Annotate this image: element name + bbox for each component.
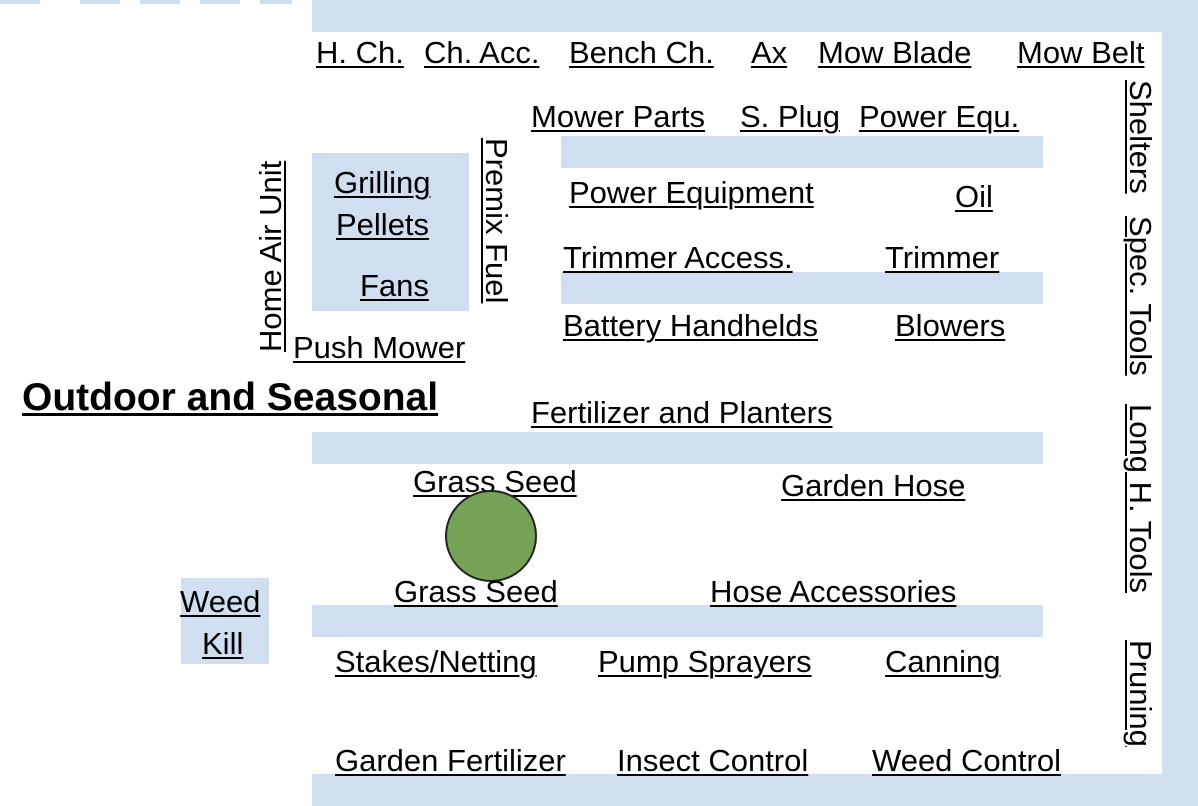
label-garden-fertilizer[interactable]: Garden Fertilizer [335,745,566,776]
label-hose-accessories[interactable]: Hose Accessories [710,576,956,607]
top-dash [200,0,240,4]
label-shelters[interactable]: Shelters [1123,80,1158,194]
bottom-wall-shelf [312,774,1198,806]
label-home-air-unit[interactable]: Home Air Unit [253,161,288,352]
label-trimmer-access[interactable]: Trimmer Access. [563,242,793,273]
top-dash [260,0,292,4]
trimmer-shelf [561,272,1043,304]
label-stakes-netting[interactable]: Stakes/Netting [335,646,537,677]
label-blowers[interactable]: Blowers [895,310,1005,341]
label-pellets[interactable]: Pellets [336,209,429,240]
label-grilling[interactable]: Grilling [334,167,430,198]
top-dash [140,0,180,4]
label-mow-blade[interactable]: Mow Blade [818,37,971,68]
label-mower-parts[interactable]: Mower Parts [531,101,705,132]
section-title: Outdoor and Seasonal [22,376,439,419]
power-equipment-shelf [561,136,1043,168]
label-spec-tools[interactable]: Spec. Tools [1123,216,1158,376]
label-ax[interactable]: Ax [751,37,787,68]
right-wall-shelf [1162,32,1198,806]
label-oil[interactable]: Oil [955,181,993,212]
label-kill[interactable]: Kill [202,628,243,659]
label-mow-belt[interactable]: Mow Belt [1017,37,1144,68]
label-h-ch[interactable]: H. Ch. [316,37,404,68]
label-fertilizer-planters[interactable]: Fertilizer and Planters [531,397,833,428]
label-push-mower[interactable]: Push Mower [293,332,465,363]
label-s-plug[interactable]: S. Plug [740,101,840,132]
label-long-h-tools[interactable]: Long H. Tools [1123,404,1158,593]
label-pruning[interactable]: Pruning [1123,640,1158,747]
hose-shelf [312,605,1043,637]
fertilizer-shelf [312,432,1043,464]
label-battery-handhelds[interactable]: Battery Handhelds [563,310,818,341]
label-power-equ[interactable]: Power Equ. [859,101,1019,132]
label-garden-hose[interactable]: Garden Hose [781,470,965,501]
label-weed-control[interactable]: Weed Control [872,745,1061,776]
label-insect-control[interactable]: Insect Control [617,745,808,776]
label-ch-acc[interactable]: Ch. Acc. [424,37,539,68]
top-dash [80,0,120,4]
label-premix-fuel[interactable]: Premix Fuel [479,138,514,303]
label-pump-sprayers[interactable]: Pump Sprayers [598,646,812,677]
top-wall-shelf [312,0,1198,32]
label-canning[interactable]: Canning [885,646,1000,677]
label-bench-ch[interactable]: Bench Ch. [569,37,714,68]
top-dash [0,0,40,4]
label-grass-seed-bottom[interactable]: Grass Seed [394,576,558,607]
label-weed[interactable]: Weed [180,586,260,617]
label-power-equipment[interactable]: Power Equipment [569,177,814,208]
label-fans[interactable]: Fans [360,270,429,301]
location-marker [445,490,537,582]
label-trimmer[interactable]: Trimmer [885,242,999,273]
